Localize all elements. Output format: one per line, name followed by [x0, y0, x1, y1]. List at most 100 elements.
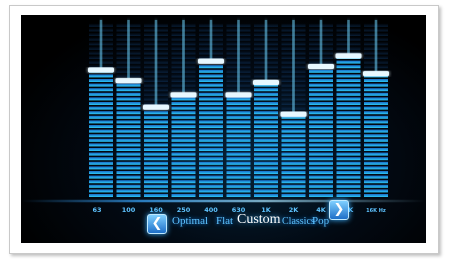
preset-custom[interactable]: Custom	[237, 212, 281, 228]
eq-segment	[116, 102, 141, 105]
eq-segment	[171, 166, 196, 170]
preset-pop[interactable]: Pop	[312, 215, 329, 227]
eq-segment	[144, 134, 168, 138]
eq-segment	[254, 129, 278, 133]
eq-slider-handle[interactable]	[363, 71, 389, 77]
eq-segment	[281, 134, 306, 138]
eq-segment	[199, 74, 223, 78]
eq-segment	[309, 175, 333, 179]
preset-classics[interactable]: Classics	[282, 216, 315, 227]
eq-segment	[171, 180, 196, 184]
eq-segment	[199, 102, 223, 105]
eq-segment	[116, 161, 141, 165]
eq-segment	[199, 138, 223, 142]
eq-segment	[144, 125, 168, 128]
eq-band-1k[interactable]: 1K	[253, 20, 279, 214]
eq-segment	[364, 161, 388, 165]
eq-segment	[364, 184, 388, 188]
eq-slider-handle[interactable]	[335, 53, 362, 59]
eq-segment	[226, 125, 251, 128]
eq-segment	[336, 79, 361, 82]
eq-segment	[364, 134, 388, 138]
eq-segment	[199, 175, 223, 179]
eq-segment	[254, 171, 278, 174]
eq-segment	[116, 83, 141, 87]
eq-segment	[254, 92, 278, 96]
preset-optimal[interactable]: Optimal	[172, 215, 208, 227]
eq-band-250[interactable]: 250	[170, 20, 197, 214]
eq-slider-handle[interactable]	[143, 104, 169, 110]
eq-band-63[interactable]: 63	[88, 20, 114, 214]
eq-segment	[171, 184, 196, 188]
eq-segment	[254, 161, 278, 165]
eq-segment	[226, 97, 251, 101]
eq-segment	[336, 184, 361, 188]
eq-segment	[309, 74, 333, 78]
eq-segment	[336, 69, 361, 73]
eq-slider-handle[interactable]	[198, 58, 224, 64]
eq-segment	[226, 134, 251, 138]
eq-band-4k[interactable]: 4K	[308, 20, 334, 214]
eq-slider-track	[127, 20, 130, 81]
eq-segment	[336, 189, 361, 193]
eq-slider-track	[264, 20, 268, 82]
eq-band-8k[interactable]: 8K	[335, 20, 362, 214]
eq-segment	[364, 115, 388, 119]
eq-slider-handle[interactable]	[88, 67, 114, 73]
eq-band-label: 400	[204, 206, 218, 214]
eq-segment	[364, 180, 388, 184]
eq-segment	[171, 152, 196, 156]
eq-segment	[281, 184, 306, 188]
eq-slider-handle[interactable]	[280, 111, 307, 117]
eq-segment	[199, 111, 223, 115]
eq-segment	[309, 138, 333, 142]
eq-segment	[144, 138, 168, 142]
eq-segment	[89, 134, 113, 138]
eq-segment	[171, 129, 196, 133]
previous-preset-button[interactable]: ❮	[147, 214, 167, 234]
eq-band-label: 4K	[316, 206, 327, 214]
preset-flat[interactable]: Flat	[216, 215, 233, 227]
eq-band-100[interactable]: 100	[115, 20, 142, 214]
eq-slider-handle[interactable]	[308, 64, 334, 70]
eq-segment	[336, 134, 361, 138]
eq-band-160[interactable]: 160	[143, 20, 169, 214]
eq-slider-handle[interactable]	[225, 92, 252, 98]
eq-segment	[199, 88, 223, 92]
eq-band-2k[interactable]: 2K	[280, 20, 307, 214]
eq-slider-track	[347, 20, 350, 56]
eq-segment	[144, 171, 168, 174]
eq-segment	[336, 102, 361, 105]
eq-segment	[226, 120, 251, 124]
eq-segment	[364, 143, 388, 147]
eq-segment	[116, 157, 141, 161]
eq-segment	[336, 194, 361, 197]
eq-segment	[199, 106, 223, 110]
eq-band-16k[interactable]: 16K Hz	[363, 20, 389, 214]
eq-segment	[89, 88, 113, 92]
eq-segment	[254, 175, 278, 179]
eq-segment	[226, 180, 251, 184]
eq-segment	[116, 125, 141, 128]
eq-band-630[interactable]: 630	[225, 20, 252, 214]
eq-band-label: 2K	[289, 206, 300, 214]
eq-segment	[226, 189, 251, 193]
eq-slider-handle[interactable]	[253, 79, 279, 85]
eq-segment	[144, 184, 168, 188]
eq-segment	[171, 157, 196, 161]
eq-segment	[309, 129, 333, 133]
chevron-left-icon: ❮	[151, 216, 163, 231]
eq-segment	[336, 143, 361, 147]
eq-segment	[89, 143, 113, 147]
eq-slider-handle[interactable]	[115, 78, 142, 84]
eq-segment	[254, 189, 278, 193]
eq-segment	[281, 129, 306, 133]
eq-segment	[89, 92, 113, 96]
eq-band-400[interactable]: 400	[198, 20, 224, 214]
baseline-glow	[21, 200, 426, 202]
eq-segment	[309, 102, 333, 105]
eq-slider-handle[interactable]	[170, 92, 197, 98]
eq-segment	[199, 194, 223, 197]
eq-segment	[364, 111, 388, 115]
next-preset-button[interactable]: ❯	[329, 200, 349, 220]
